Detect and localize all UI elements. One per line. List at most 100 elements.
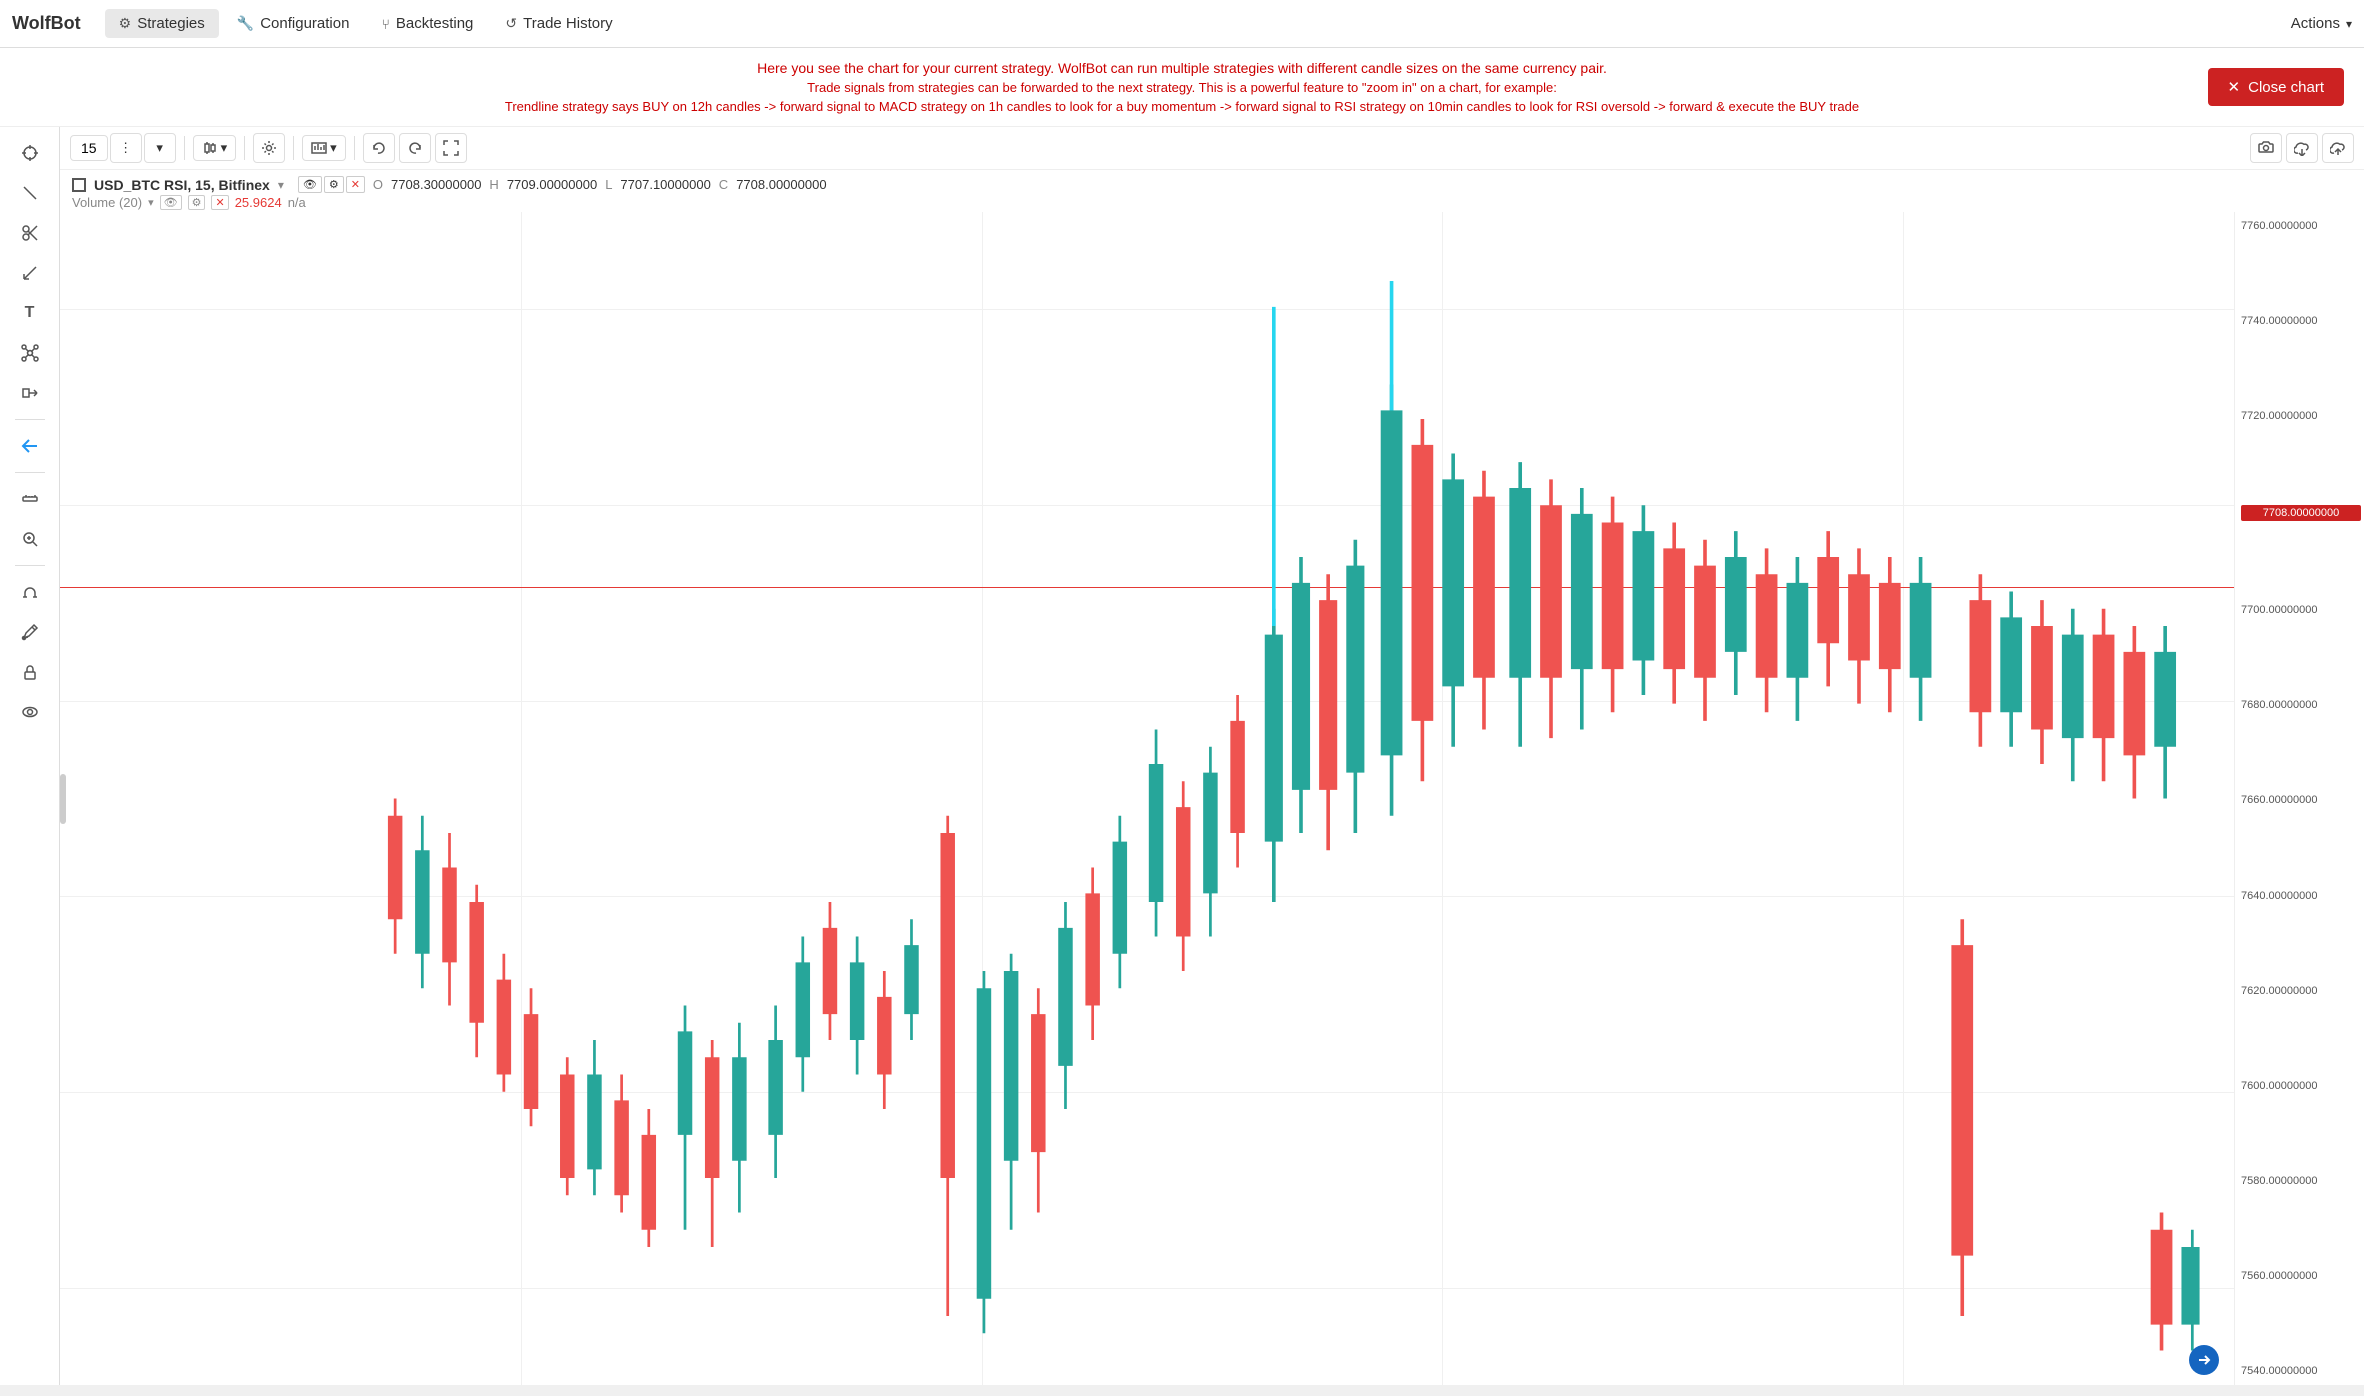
strategies-icon: ⚙ — [119, 15, 132, 32]
volume-info-row: Volume (20) ▾ 👁 ⚙ ✕ 25.9624 n/a — [72, 195, 2352, 210]
close-chart-x-icon: ✕ — [2228, 78, 2241, 96]
toolbar-redo-button[interactable] — [399, 133, 431, 163]
sidebar-crosshair-icon[interactable] — [10, 135, 50, 171]
main-content: T — [0, 127, 2364, 1385]
close-label: C — [719, 177, 728, 192]
volume-dropdown[interactable]: ▾ — [148, 196, 154, 209]
toolbar-sep-1 — [184, 136, 185, 160]
price-label-12: 7540.00000000 — [2241, 1365, 2358, 1377]
sidebar-ruler-icon[interactable] — [10, 481, 50, 517]
actions-label: Actions — [2291, 15, 2340, 32]
chart-eye-control[interactable]: 👁 — [298, 176, 322, 193]
price-label-3: 7720.00000000 — [2241, 410, 2358, 422]
ohlc-values: O 7708.30000000 H 7709.00000000 L 7707.1… — [373, 177, 827, 192]
sidebar-measure-icon[interactable] — [10, 255, 50, 291]
price-label-2: 7740.00000000 — [2241, 315, 2358, 327]
price-label-4: 7700.00000000 — [2241, 604, 2358, 616]
interval-button[interactable]: 15 — [70, 135, 108, 161]
sidebar-eye-icon[interactable] — [10, 694, 50, 730]
volume-label: Volume (20) — [72, 195, 142, 210]
volume-eye-control[interactable]: 👁 — [160, 195, 182, 210]
nav-backtesting[interactable]: ⑂ Backtesting — [367, 9, 487, 38]
sidebar-divider-3 — [15, 565, 45, 566]
volume-settings-control[interactable]: ⚙ — [188, 195, 206, 210]
nav-configuration[interactable]: 🔧 Configuration — [223, 9, 364, 38]
sidebar-annotate-icon[interactable] — [10, 614, 50, 650]
redo-icon — [407, 140, 423, 156]
chart-settings-control[interactable]: ⚙ — [324, 176, 344, 193]
chart-symbol-name: USD_BTC RSI, 15, Bitfinex — [94, 177, 270, 193]
candle-group: ▾ — [193, 135, 237, 161]
sidebar-cursor-icon[interactable] — [10, 175, 50, 211]
candle-group-11 — [1969, 574, 2176, 798]
candle-group-2 — [560, 1040, 656, 1247]
nav-actions[interactable]: Actions ▾ — [2291, 15, 2352, 32]
toolbar-undo-button[interactable] — [363, 133, 395, 163]
arrow-right-icon — [2197, 1353, 2211, 1367]
chart-dropdown-icon[interactable]: ▾ — [278, 178, 284, 192]
nav-backtesting-label: Backtesting — [396, 15, 474, 32]
close-chart-button[interactable]: ✕ Close chart — [2208, 68, 2344, 106]
sidebar-divider-2 — [15, 472, 45, 473]
price-label-11: 7560.00000000 — [2241, 1270, 2358, 1282]
chart-toolbar: 15 ⋮ ▾ ▾ — [60, 127, 2364, 170]
chart-symbol-row: USD_BTC RSI, 15, Bitfinex ▾ 👁 ⚙ ✕ O 7708… — [72, 176, 2352, 193]
nav-trade-history-label: Trade History — [523, 15, 612, 32]
chart-canvas-wrapper: USD_BTC RSI, 15, Bitfinex ▾ 👁 ⚙ ✕ O 7708… — [60, 170, 2364, 1385]
toolbar-settings-button[interactable] — [253, 133, 285, 163]
sidebar-divider-1 — [15, 419, 45, 420]
indicators-chevron: ▾ — [330, 140, 337, 156]
go-to-latest-button[interactable] — [2189, 1345, 2219, 1375]
sidebar-lock-closed-icon[interactable] — [10, 654, 50, 690]
candle-group-9 — [1381, 385, 1495, 816]
price-scale: 7760.00000000 7740.00000000 7720.0000000… — [2234, 212, 2364, 1385]
app-logo: WolfBot — [12, 13, 97, 34]
volume-value: 25.9624 — [235, 195, 282, 210]
sidebar-projections-icon[interactable] — [10, 375, 50, 411]
close-value: 7708.00000000 — [736, 177, 826, 192]
toolbar-dots-button[interactable]: ⋮ — [110, 133, 142, 163]
nav-trade-history[interactable]: ↺ Trade History — [491, 9, 626, 38]
volume-remove-control[interactable]: ✕ — [211, 195, 228, 210]
cloud-upload-icon — [2330, 140, 2346, 156]
chart-area: 15 ⋮ ▾ ▾ — [60, 127, 2364, 1385]
toolbar-camera-button[interactable] — [2250, 133, 2282, 163]
sidebar-zoom-in-icon[interactable] — [10, 521, 50, 557]
nav-strategies[interactable]: ⚙ Strategies — [105, 9, 219, 38]
chart-remove-control[interactable]: ✕ — [346, 176, 365, 193]
chart-resize-handle[interactable] — [60, 774, 66, 824]
price-current-highlight: 7708.00000000 — [2241, 505, 2361, 521]
price-label-10: 7580.00000000 — [2241, 1175, 2358, 1187]
open-label: O — [373, 177, 383, 192]
sidebar-magnet-icon[interactable] — [10, 574, 50, 610]
info-line1: Here you see the chart for your current … — [20, 60, 2344, 76]
candle-icon — [202, 140, 218, 156]
sidebar-node-icon[interactable] — [10, 335, 50, 371]
sidebar-text-icon[interactable]: T — [10, 295, 50, 331]
price-label-8: 7620.00000000 — [2241, 985, 2358, 997]
nav-strategies-label: Strategies — [137, 15, 205, 32]
indicators-icon — [311, 140, 327, 156]
price-label-9: 7600.00000000 — [2241, 1080, 2358, 1092]
candle-group-4 — [768, 902, 918, 1178]
symbol-square-icon — [72, 178, 86, 192]
toolbar-fullscreen-button[interactable] — [435, 133, 467, 163]
actions-chevron-icon: ▾ — [2346, 17, 2352, 31]
sidebar-scissors-icon[interactable] — [10, 215, 50, 251]
volume-na: n/a — [288, 195, 306, 210]
chart-symbol-controls: 👁 ⚙ ✕ — [298, 176, 365, 193]
chart-header-info: USD_BTC RSI, 15, Bitfinex ▾ 👁 ⚙ ✕ O 7708… — [60, 170, 2364, 212]
candle-group-6 — [977, 816, 1127, 1334]
toolbar-sep-2 — [244, 136, 245, 160]
toolbar-candle-button[interactable]: ▾ — [193, 135, 237, 161]
candle-group-7 — [1149, 695, 1245, 971]
candle-dropdown-chevron: ▾ — [221, 140, 228, 156]
toolbar-cloud-upload-button[interactable] — [2322, 133, 2354, 163]
interval-group: 15 ⋮ ▾ — [70, 133, 176, 163]
toolbar-cloud-download-button[interactable] — [2286, 133, 2318, 163]
toolbar-sep-4 — [354, 136, 355, 160]
chart-svg-container: 7760.00000000 7740.00000000 7720.0000000… — [60, 212, 2364, 1385]
sidebar-back-arrow-icon[interactable] — [10, 428, 50, 464]
toolbar-indicators-button[interactable]: ▾ — [302, 135, 346, 161]
toolbar-interval-dropdown[interactable]: ▾ — [144, 133, 176, 163]
